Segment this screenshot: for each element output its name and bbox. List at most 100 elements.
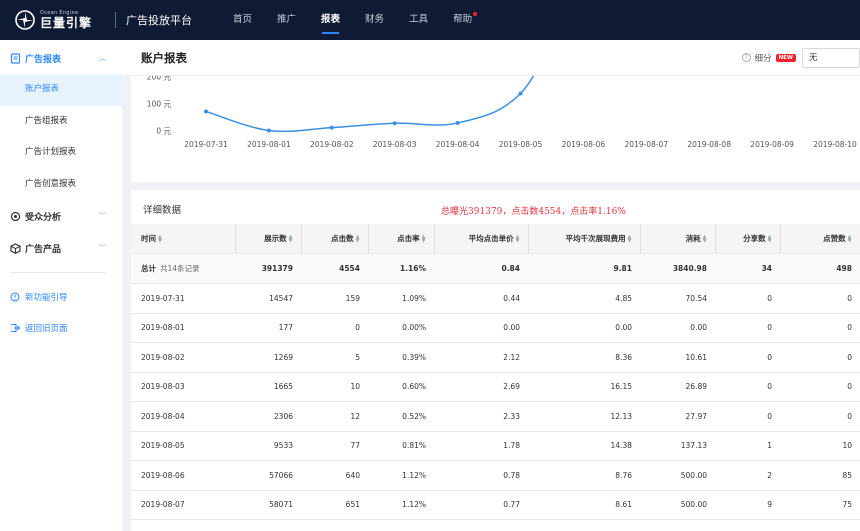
total-cell: 3840.98	[640, 253, 715, 284]
table-cell: 5	[301, 342, 368, 373]
sidebar-item-0-2[interactable]: 广告计划报表	[0, 137, 122, 169]
back-icon	[11, 323, 20, 332]
total-label: 总计	[141, 264, 156, 273]
help-icon[interactable]: ?	[741, 53, 751, 62]
table-row: 2019-08-03 1665 10 0.60% 2.69 16.15 26.89 0 0	[131, 372, 860, 402]
sidebar-link-1[interactable]: 返回旧页面	[0, 312, 122, 343]
sort-icon[interactable]: ▲ ▼	[628, 235, 632, 244]
table-cell: 159	[301, 283, 368, 314]
notification-dot	[473, 12, 478, 16]
nav-item-3[interactable]: 财务	[365, 0, 384, 40]
sort-icon[interactable]: ▲ ▼	[422, 235, 426, 244]
platform-title: 广告投放平台	[126, 14, 192, 27]
main-nav: 首页 推广 报表 财务 工具 帮助	[233, 0, 497, 40]
table-cell: 2306	[235, 401, 301, 432]
nav-item-4[interactable]: 工具	[409, 0, 428, 40]
product-icon	[10, 242, 21, 254]
table-cell: 57066	[235, 460, 301, 491]
column-header-6[interactable]: 消耗 ▲ ▼	[640, 224, 716, 254]
column-header-8[interactable]: 点赞数 ▲ ▼	[780, 224, 860, 254]
table-cell: 77	[301, 431, 368, 461]
table-row: 2019-08-04 2306 12 0.52% 2.33 12.13 27.97 0 0	[131, 401, 860, 432]
data-point	[455, 120, 460, 125]
column-header-0[interactable]: 时间 ▲ ▼	[131, 224, 236, 254]
table-row: 2019-08-05 9533 77 0.81% 1.78 14.38 137.13 1 10	[131, 431, 860, 461]
table-cell: 651	[301, 490, 368, 520]
table-cell: 0	[780, 372, 860, 402]
total-cell: 498	[780, 253, 860, 284]
logo[interactable]: Ocean Engine 巨量引擎	[15, 10, 115, 30]
nav-item-1[interactable]: 推广	[277, 0, 296, 40]
x-tick-label: 2019-08-03	[373, 140, 417, 149]
table-cell: 177	[235, 313, 301, 343]
sort-icon[interactable]: ▲ ▼	[848, 235, 852, 244]
nav-item-label: 推广	[277, 14, 297, 25]
new-badge: NEW	[775, 53, 796, 62]
column-header-5[interactable]: 平均千次展现费用 ▲ ▼	[528, 224, 641, 254]
table-cell: 27.97	[640, 401, 715, 432]
column-header-label: 分享数	[743, 234, 766, 243]
table-cell: 0	[780, 313, 860, 343]
table-cell: 16.15	[528, 372, 640, 402]
column-header-1[interactable]: 展示数 ▲ ▼	[235, 224, 302, 254]
series-line	[205, 76, 535, 133]
table-cell: 58071	[235, 490, 301, 520]
table-cell: 500.00	[640, 490, 715, 520]
table-cell: 500.00	[640, 460, 715, 491]
sidebar-item-0-3[interactable]: 广告创意报表	[0, 169, 122, 201]
table-cell: 2019-08-04	[131, 401, 235, 432]
table-cell: 2019-07-31	[131, 283, 235, 314]
sidebar-group-1[interactable]: 受众分析 ﹀	[0, 200, 122, 232]
sort-icon[interactable]: ▲ ▼	[289, 235, 293, 244]
x-tick-label: 2019-08-05	[499, 140, 543, 149]
guide-icon	[10, 291, 20, 302]
sort-icon[interactable]: ▲ ▼	[158, 235, 162, 244]
table-cell: 26.89	[640, 372, 715, 402]
sidebar-link-0[interactable]: 新功能引导	[0, 281, 122, 312]
top-bar: Ocean Engine 巨量引擎 广告投放平台 首页 推广 报表 财务 工具 帮助	[0, 0, 860, 40]
total-cell: 9.81	[528, 253, 640, 284]
table-cell: 0.39%	[368, 342, 434, 373]
detail-toggle[interactable]: ? 细分 NEW	[741, 52, 796, 64]
topbar-divider	[115, 12, 116, 28]
table-cell: 70.54	[640, 283, 715, 314]
x-tick-label: 2019-07-31	[184, 140, 228, 149]
table-cell: 8.61	[528, 490, 640, 520]
table-cell: 0	[780, 283, 860, 314]
sort-icon[interactable]: ▲ ▼	[703, 235, 707, 244]
breakdown-select[interactable]: 无	[802, 47, 860, 68]
sort-icon[interactable]: ▲ ▼	[356, 235, 360, 244]
nav-item-2[interactable]: 报表	[321, 0, 340, 40]
table-cell: 0.60%	[368, 372, 434, 402]
sidebar-group-label: 广告产品	[25, 244, 62, 255]
sidebar-item-0-1[interactable]: 广告组报表	[0, 106, 122, 138]
detail-table-card: 详细数据 总曝光391379，点击数4554，点击率1.16% 时间 ▲ ▼ 展示数 ▲…	[131, 190, 860, 531]
nav-item-5[interactable]: 帮助	[453, 0, 478, 40]
table-cell: 10.61	[640, 342, 715, 373]
table-cell: 10	[780, 431, 860, 461]
table-cell: 0.77	[434, 490, 528, 520]
sidebar-item-0-0[interactable]: 账户报表	[0, 74, 122, 106]
x-tick-label: 2019-08-07	[625, 140, 669, 149]
table-cell: 2	[715, 460, 780, 491]
table-cell: 0	[715, 313, 780, 343]
sort-icon[interactable]: ▲ ▼	[768, 235, 772, 244]
table-cell: 12	[301, 401, 368, 432]
sort-icon[interactable]: ▲ ▼	[516, 235, 520, 244]
sidebar-group-2[interactable]: 广告产品 ﹀	[0, 232, 122, 264]
table-cell: 0.81%	[368, 431, 434, 461]
table-cell: 2019-08-05	[131, 431, 235, 461]
table-cell: 0	[715, 342, 780, 373]
nav-item-0[interactable]: 首页	[233, 0, 252, 40]
table-cell: 1	[715, 431, 780, 461]
column-header-2[interactable]: 点击数 ▲ ▼	[301, 224, 369, 254]
table-cell: 1.12%	[368, 490, 434, 520]
column-header-4[interactable]: 平均点击单价 ▲ ▼	[434, 224, 529, 254]
column-header-7[interactable]: 分享数 ▲ ▼	[715, 224, 781, 254]
column-header-3[interactable]: 点击率 ▲ ▼	[368, 224, 435, 254]
sidebar-group-0[interactable]: 广告报表 ︿	[0, 42, 122, 74]
table-cell: 14547	[235, 283, 301, 314]
column-header-label: 点击率	[397, 234, 420, 243]
sidebar-divider	[10, 272, 106, 273]
nav-item-label: 帮助	[453, 14, 473, 25]
